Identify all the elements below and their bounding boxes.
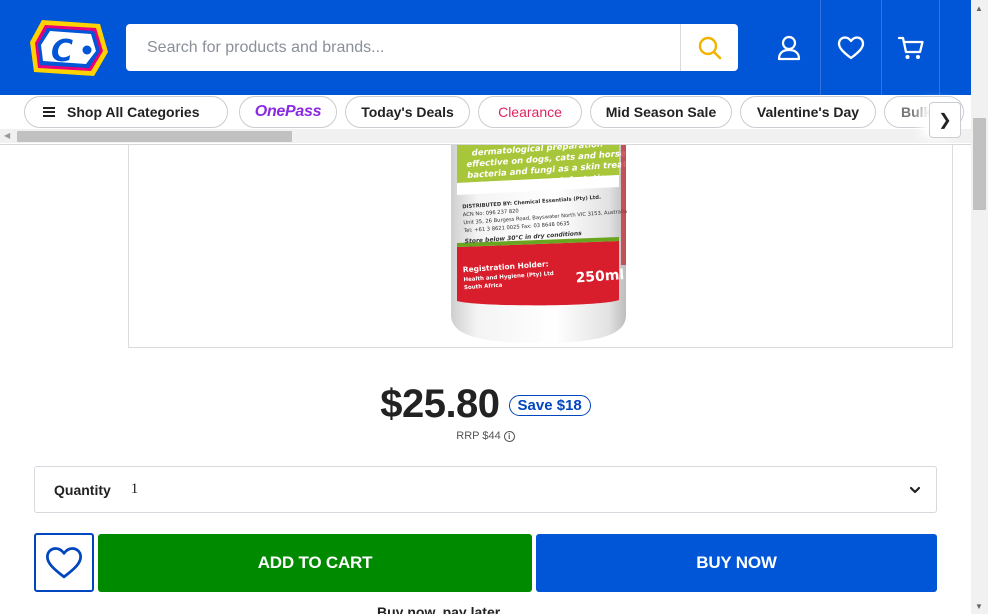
add-to-cart-button[interactable]: ADD TO CART xyxy=(98,534,532,592)
onepass-link[interactable]: OnePass xyxy=(239,96,337,128)
product-bottle-image: dermatological preparation effective on … xyxy=(451,145,674,343)
rrp-text: RRP $44 xyxy=(456,430,501,442)
shop-all-categories-button[interactable]: Shop All Categories xyxy=(24,96,228,128)
quantity-label: Quantity xyxy=(54,481,111,498)
save-badge: Save $18 xyxy=(508,394,591,416)
heart-icon xyxy=(45,546,82,578)
chevron-down-icon xyxy=(909,486,921,494)
mid-season-sale-link[interactable]: Mid Season Sale xyxy=(590,96,732,128)
valentines-day-link[interactable]: Valentine's Day xyxy=(740,96,876,128)
todays-deals-link[interactable]: Today's Deals xyxy=(345,96,470,128)
search-bar xyxy=(126,24,738,71)
rrp-row: RRP $44 i xyxy=(0,430,971,442)
quantity-value: 1 xyxy=(130,481,139,497)
product-price: $25.80 xyxy=(380,381,500,426)
scroll-left-arrow-icon[interactable]: ◀ xyxy=(4,131,10,141)
search-input[interactable] xyxy=(126,24,680,71)
scroll-down-arrow-icon[interactable]: ▼ xyxy=(975,602,983,611)
scroll-up-arrow-icon[interactable]: ▲ xyxy=(975,4,983,13)
logo-letter: C xyxy=(51,34,73,69)
heart-icon xyxy=(837,35,864,59)
wishlist-button[interactable] xyxy=(820,0,880,95)
site-header: C xyxy=(0,0,971,95)
add-to-wishlist-button[interactable] xyxy=(34,533,94,592)
page-scrollbar[interactable] xyxy=(971,0,988,614)
shop-all-label: Shop All Categories xyxy=(67,104,200,120)
label-volume: 250ml xyxy=(575,267,625,286)
product-page: C Search for products and brands... Shop… xyxy=(0,0,988,614)
account-icon xyxy=(777,35,800,60)
category-next-button[interactable]: ❯ xyxy=(929,102,961,138)
catch-logo[interactable]: C xyxy=(28,16,110,78)
quantity-select[interactable]: Quantity 1 xyxy=(34,466,937,513)
buy-now-pay-later-text: Buy now, pay later xyxy=(377,604,501,614)
info-icon[interactable]: i xyxy=(503,430,515,442)
price-row: $25.80 Save $18 xyxy=(0,380,971,428)
category-scroll-thumb[interactable] xyxy=(17,131,292,142)
product-image-panel[interactable]: dermatological preparation effective on … xyxy=(128,145,953,348)
page-scroll-thumb[interactable] xyxy=(973,118,986,210)
menu-icon xyxy=(43,107,55,117)
clearance-link[interactable]: Clearance xyxy=(478,96,582,128)
cart-icon xyxy=(897,36,924,59)
account-button[interactable] xyxy=(758,0,819,95)
search-button[interactable] xyxy=(680,24,738,71)
cart-button[interactable] xyxy=(881,0,940,95)
search-icon xyxy=(698,36,721,59)
buy-now-button[interactable]: BUY NOW xyxy=(536,534,937,592)
